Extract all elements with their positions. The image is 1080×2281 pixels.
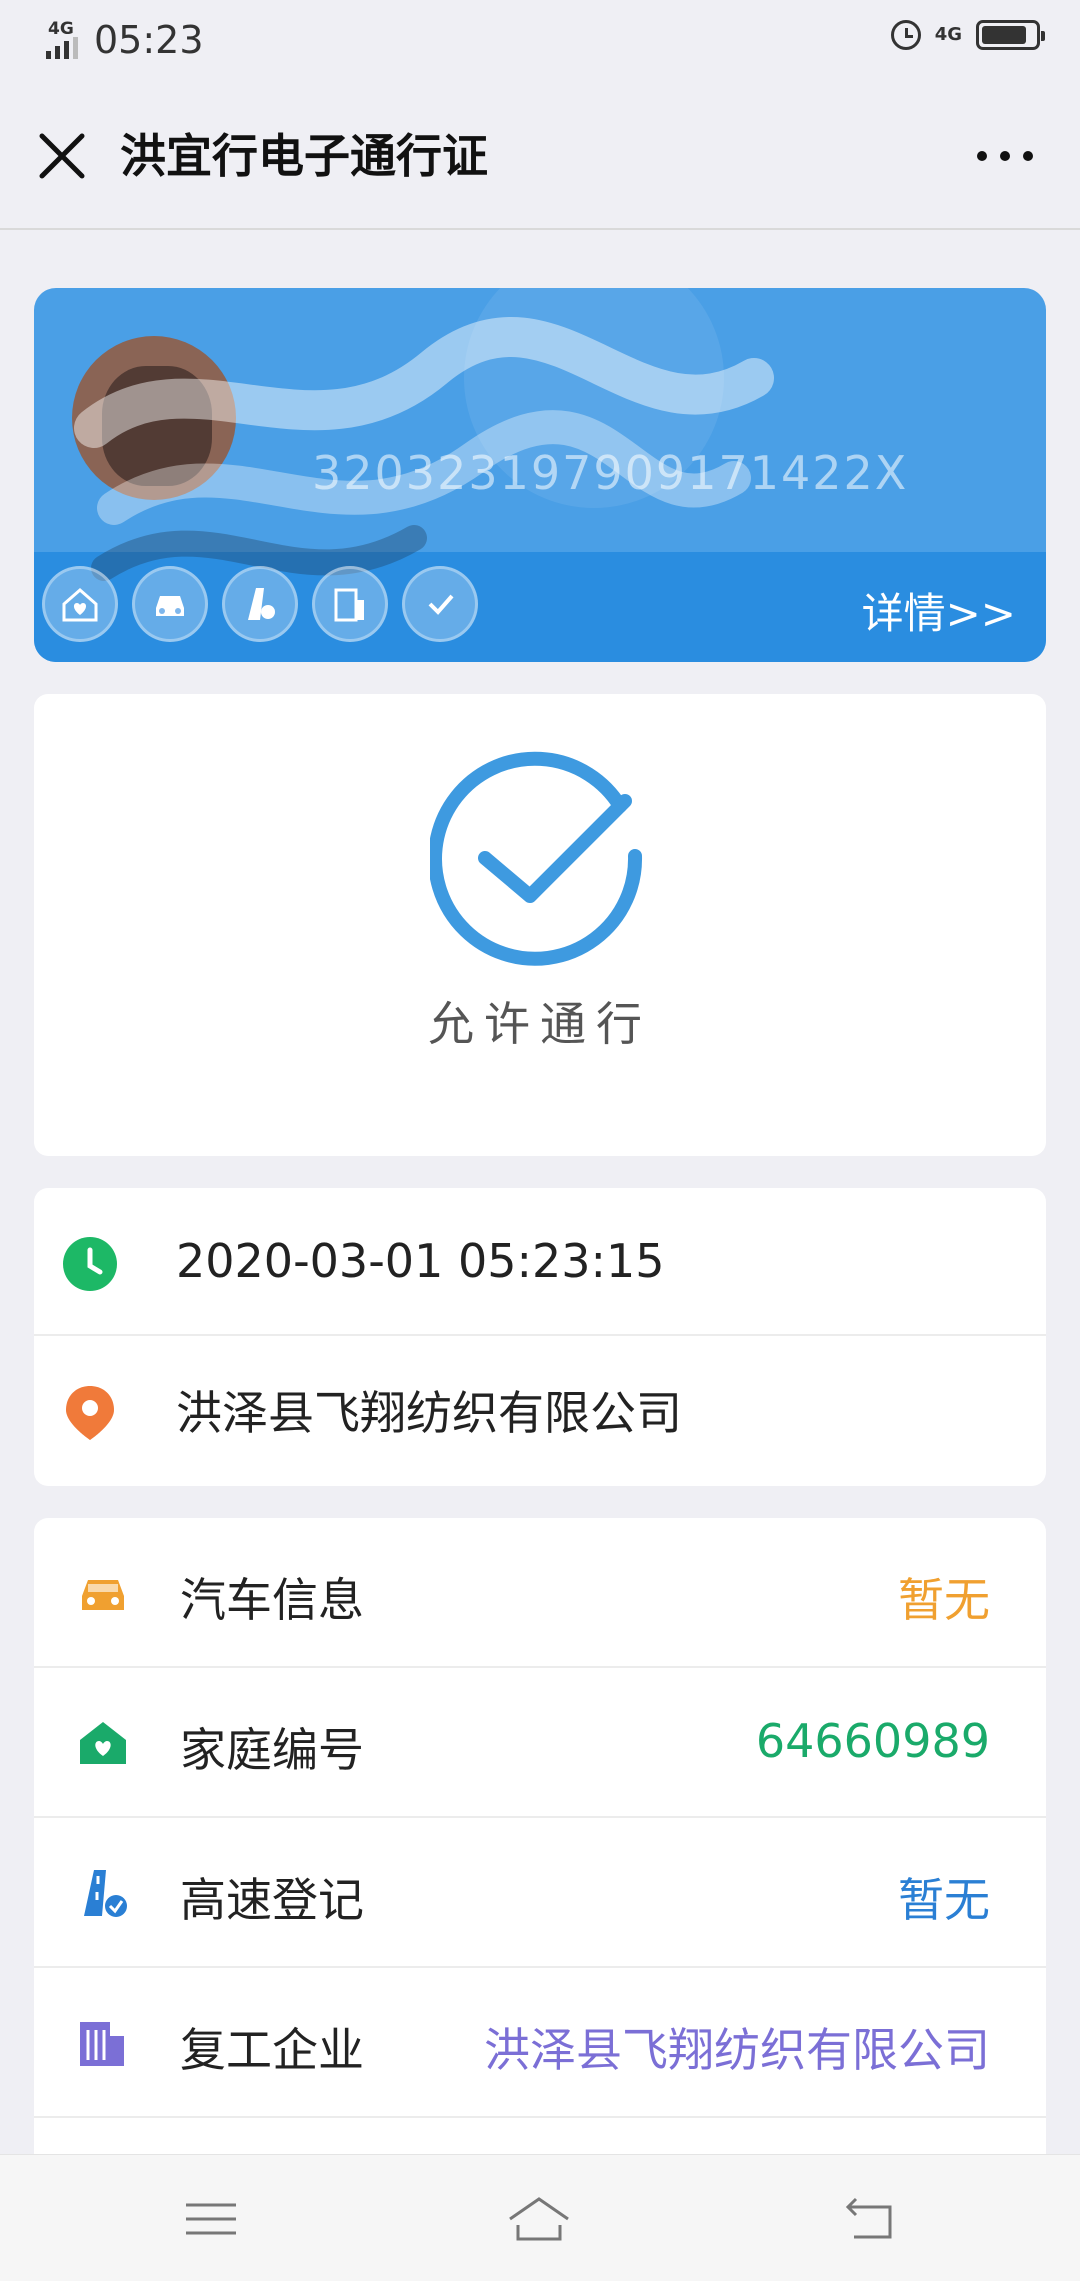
- list-item-car-info[interactable]: 汽车信息 暂无: [34, 1518, 1046, 1668]
- back-icon[interactable]: [836, 2191, 906, 2247]
- status-bar: 4G 05:23 4G: [0, 0, 1080, 84]
- car-icon: [132, 566, 208, 642]
- close-icon[interactable]: [34, 128, 90, 184]
- building-icon: [80, 2022, 124, 2066]
- car-icon: [82, 1580, 124, 1610]
- highway-icon: [84, 1870, 127, 1917]
- list-item-value: 暂无: [898, 1873, 990, 1927]
- checkin-time-row: 2020-03-01 05:23:15: [34, 1188, 1046, 1336]
- page-title: 洪宜行电子通行证: [120, 129, 488, 183]
- battery-icon: [976, 20, 1045, 50]
- status-time: 05:23: [94, 18, 204, 62]
- network-type: 4G: [48, 19, 74, 39]
- checkin-location: 洪泽县飞翔纺织有限公司: [176, 1386, 682, 1440]
- home-heart-icon: [80, 1722, 126, 1764]
- list-item-work-resumption-company[interactable]: 复工企业 洪泽县飞翔纺织有限公司: [34, 1968, 1046, 2118]
- card-icon-row: [42, 566, 478, 642]
- pass-id-card[interactable]: 320323197909171422X 详情>>: [34, 288, 1046, 662]
- building-icon: [312, 566, 388, 642]
- signal-icon: 4G: [44, 19, 84, 61]
- clock-icon: [63, 1237, 117, 1291]
- list-item-label: 家庭编号: [180, 1723, 364, 1777]
- checkin-panel: 2020-03-01 05:23:15 洪泽县飞翔纺织有限公司: [34, 1188, 1046, 1486]
- details-list: 汽车信息 暂无 家庭编号 64660989 高速登记 暂无 复工企业 洪泽县飞翔…: [34, 1518, 1046, 2158]
- list-item-label: 高速登记: [180, 1873, 364, 1927]
- system-navigation-bar: [0, 2154, 1080, 2281]
- list-item-label: 汽车信息: [180, 1573, 364, 1627]
- title-bar: 洪宜行电子通行证: [0, 84, 1080, 230]
- checkin-location-row: 洪泽县飞翔纺织有限公司: [34, 1336, 1046, 1484]
- check-shield-icon: [402, 566, 478, 642]
- highway-icon: [222, 566, 298, 642]
- list-item-label: 复工企业: [180, 2023, 364, 2077]
- list-item-family-number[interactable]: 家庭编号 64660989: [34, 1668, 1046, 1818]
- list-item-value: 洪泽县飞翔纺织有限公司: [484, 2023, 990, 2077]
- redaction-scribble: [74, 317, 774, 581]
- details-link[interactable]: 详情>>: [862, 580, 1016, 641]
- home-icon[interactable]: [504, 2191, 574, 2247]
- list-item-value: 64660989: [755, 1714, 990, 1768]
- check-circle-icon: [430, 751, 643, 966]
- location-pin-icon: [66, 1386, 114, 1440]
- home-heart-icon: [42, 566, 118, 642]
- alarm-icon: [890, 20, 921, 50]
- more-options-icon[interactable]: [970, 134, 1040, 178]
- checkin-datetime: 2020-03-01 05:23:15: [176, 1234, 665, 1288]
- menu-icon[interactable]: [176, 2191, 246, 2247]
- network-type-right: 4G: [934, 24, 962, 45]
- list-item-value: 暂无: [898, 1573, 990, 1627]
- list-item-highway-registration[interactable]: 高速登记 暂无: [34, 1818, 1046, 1968]
- pass-status-text: 允许通行: [428, 997, 652, 1051]
- pass-status-panel: 允许通行: [34, 694, 1046, 1156]
